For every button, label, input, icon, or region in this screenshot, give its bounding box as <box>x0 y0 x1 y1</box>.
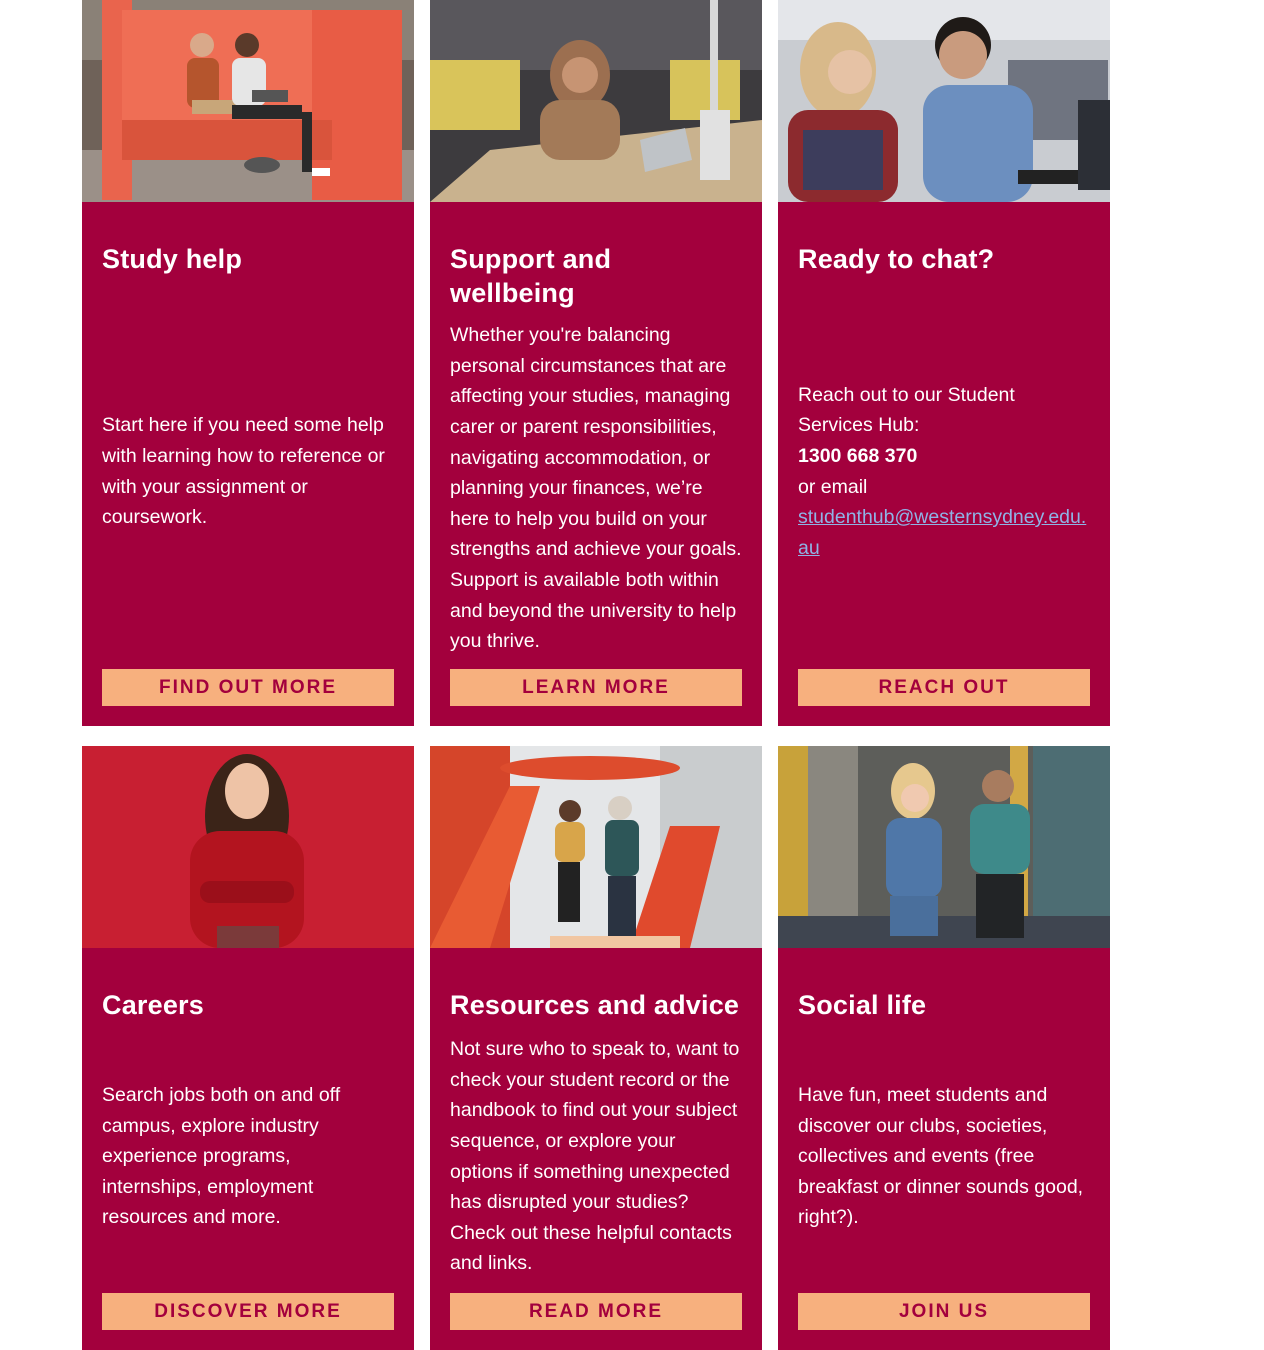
card-photo <box>778 0 1110 202</box>
card-body: Study help Start here if you need some h… <box>82 202 414 726</box>
photo-student-at-desk <box>430 0 762 202</box>
card-description: Reach out to our Student Services Hub: 1… <box>798 276 1090 669</box>
card-body: Support and wellbeing Whether you're bal… <box>430 202 762 726</box>
card-photo <box>82 0 414 202</box>
cards-grid: Study help Start here if you need some h… <box>82 0 1110 1350</box>
card-photo <box>430 0 762 202</box>
card-study-help: Study help Start here if you need some h… <box>82 0 414 726</box>
cards-row: Study help Start here if you need some h… <box>82 0 1110 726</box>
card-body: Resources and advice Not sure who to spe… <box>430 948 762 1350</box>
find-out-more-button[interactable]: FIND OUT MORE <box>102 669 394 706</box>
card-description-text: Whether you're balancing personal circum… <box>450 324 742 653</box>
photo-students-at-computer <box>778 0 1110 202</box>
card-support-wellbeing: Support and wellbeing Whether you're bal… <box>430 0 762 726</box>
card-photo <box>778 746 1110 948</box>
photo-students-on-stairs <box>430 746 762 948</box>
phone-number: 1300 668 370 <box>798 444 918 467</box>
card-photo <box>82 746 414 948</box>
reach-out-button[interactable]: REACH OUT <box>798 669 1090 706</box>
card-description-text: Reach out to our Student Services Hub: <box>798 383 1015 437</box>
card-title: Social life <box>798 990 927 1020</box>
card-body: Careers Search jobs both on and off camp… <box>82 948 414 1350</box>
card-body: Ready to chat? Reach out to our Student … <box>778 202 1110 726</box>
discover-more-button[interactable]: DISCOVER MORE <box>102 1293 394 1330</box>
cards-row: Careers Search jobs both on and off camp… <box>82 746 1110 1350</box>
card-description-text: Search jobs both on and off campus, expl… <box>102 1084 341 1229</box>
card-description: Start here if you need some help with le… <box>102 276 394 669</box>
card-title: Resources and advice <box>450 990 740 1020</box>
card-description: Have fun, meet students and discover our… <box>798 1022 1090 1293</box>
card-description-text: Have fun, meet students and discover our… <box>798 1084 1084 1229</box>
card-photo <box>430 746 762 948</box>
photo-smiling-student-red-background <box>82 746 414 948</box>
card-body: Social life Have fun, meet students and … <box>778 948 1110 1350</box>
card-description-text: or email <box>798 475 868 498</box>
photo-students-walking <box>778 746 1110 948</box>
card-title: Support and wellbeing <box>450 244 612 308</box>
card-title: Study help <box>102 244 243 274</box>
photo-students-on-red-booth <box>82 0 414 202</box>
card-careers: Careers Search jobs both on and off camp… <box>82 746 414 1350</box>
learn-more-button[interactable]: LEARN MORE <box>450 669 742 706</box>
card-resources-advice: Resources and advice Not sure who to spe… <box>430 746 762 1350</box>
read-more-button[interactable]: READ MORE <box>450 1293 742 1330</box>
card-ready-to-chat: Ready to chat? Reach out to our Student … <box>778 0 1110 726</box>
card-description: Whether you're balancing personal circum… <box>450 310 742 669</box>
card-title: Ready to chat? <box>798 244 995 274</box>
card-description: Search jobs both on and off campus, expl… <box>102 1022 394 1293</box>
card-title: Careers <box>102 990 204 1020</box>
join-us-button[interactable]: JOIN US <box>798 1293 1090 1330</box>
card-description-text: Not sure who to speak to, want to check … <box>450 1038 740 1275</box>
card-social-life: Social life Have fun, meet students and … <box>778 746 1110 1350</box>
card-description: Not sure who to speak to, want to check … <box>450 1022 742 1293</box>
email-link[interactable]: studenthub@westernsydney.edu.au <box>798 502 1090 563</box>
card-description-text: Start here if you need some help with le… <box>102 414 385 529</box>
